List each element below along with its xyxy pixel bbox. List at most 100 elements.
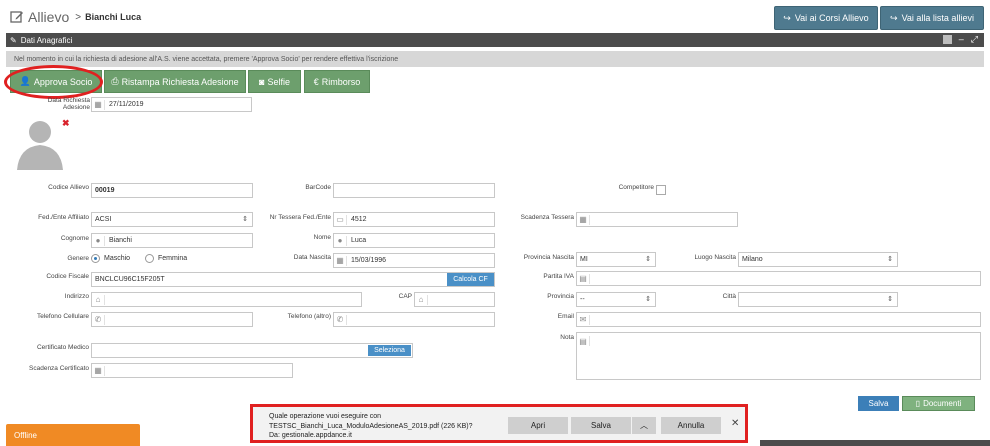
student-list-button[interactable]: ↪ Vai alla lista allievi (880, 6, 984, 30)
competitor-label: Competitore (618, 184, 654, 191)
male-radio[interactable] (91, 254, 100, 263)
euro-icon: € (313, 76, 319, 87)
mobile-field[interactable]: ✆ (91, 312, 253, 327)
go-icon: ↪ (890, 12, 898, 23)
top-bar: Allievo > Bianchi Luca ↪ Vai ai Corsi Al… (0, 0, 990, 33)
documents-button[interactable]: ▯ Documenti (902, 396, 975, 411)
courses-button-label: Vai ai Corsi Allievo (794, 13, 869, 23)
birth-place-value: Milano (742, 256, 763, 263)
phone-other-label: Telefono (altro) (287, 313, 331, 320)
go-icon: ↪ (783, 12, 791, 23)
phone-other-field[interactable]: ✆ (333, 312, 495, 327)
avatar[interactable] (13, 116, 67, 170)
card-number-field[interactable]: ▭ 4512 (333, 212, 495, 227)
address-field[interactable]: ⌂ (91, 292, 362, 307)
camera-icon: ◙ (259, 76, 265, 87)
remove-photo-icon[interactable]: ✖ (62, 118, 70, 129)
vat-icon: ▤ (579, 273, 590, 284)
selfie-button[interactable]: ◙ Selfie (248, 70, 301, 93)
birthdate-label: Data Nascita (293, 254, 331, 261)
user-icon: ● (95, 235, 105, 246)
medical-certificate-field[interactable] (91, 343, 413, 358)
calendar-icon: ▦ (336, 255, 347, 266)
courses-button[interactable]: ↪ Vai ai Corsi Allievo (774, 6, 878, 30)
select-arrow-icon: ⇕ (645, 256, 651, 263)
card-expiry-field[interactable]: ▦ (576, 212, 738, 227)
panel-header: ✎ Dati Anagrafici – ⤢ (6, 33, 984, 47)
offline-status-badge[interactable]: Offline (6, 424, 140, 446)
calendar-icon: ▦ (94, 99, 105, 110)
card-expiry-label: Scadenza Tessera (520, 214, 574, 221)
gender-female-option[interactable]: Femmina (145, 254, 187, 263)
note-icon: ▤ (579, 336, 590, 346)
city-label: Città (722, 293, 736, 300)
surname-field[interactable]: ● Bianchi (91, 233, 253, 248)
province-select[interactable]: -- ⇕ (576, 292, 656, 307)
federation-label: Fed./Ente Affiliato (38, 214, 89, 221)
user-silhouette-icon (17, 121, 63, 170)
competitor-checkbox[interactable] (656, 185, 666, 195)
home-icon: ⌂ (418, 294, 428, 305)
cap-field[interactable]: ⌂ (414, 292, 495, 307)
barcode-field[interactable] (333, 183, 495, 198)
breadcrumb-separator: > (75, 11, 82, 23)
select-arrow-icon: ⇕ (887, 296, 893, 303)
email-field[interactable]: ✉ (576, 312, 981, 327)
birth-place-select[interactable]: Milano ⇕ (738, 252, 898, 267)
female-radio[interactable] (145, 254, 154, 263)
expand-icon[interactable]: ⤢ (971, 35, 978, 44)
birth-place-label: Luogo Nascita (694, 254, 736, 261)
bottom-taskbar-strip (760, 440, 990, 446)
student-code-label: Codice Allievo (48, 184, 89, 191)
certificate-expiry-field[interactable]: ▦ (91, 363, 293, 378)
select-file-button[interactable]: Seleziona (368, 345, 411, 356)
calculate-cf-button[interactable]: Calcola CF (447, 273, 494, 286)
open-file-button[interactable]: Apri (508, 417, 568, 434)
federation-select[interactable]: ACSI ⇕ (91, 212, 253, 227)
firstname-label: Nome (313, 234, 331, 241)
select-arrow-icon: ⇕ (887, 256, 893, 263)
phone-icon: ✆ (337, 314, 347, 325)
birthdate-field[interactable]: ▦ 15/03/1996 (333, 253, 495, 268)
request-date-field[interactable]: ▦ 27/11/2019 (91, 97, 252, 112)
save-file-button[interactable]: Salva (571, 417, 631, 434)
page-title: Allievo > Bianchi Luca (10, 9, 141, 25)
email-label: Email (557, 313, 574, 320)
panel-tools: – ⤢ (942, 35, 978, 44)
female-label: Femmina (158, 255, 188, 262)
tax-code-field[interactable]: BNCLCU96C15F205T (91, 272, 495, 287)
medical-certificate-label: Certificato Medico (36, 344, 89, 351)
document-icon: ▯ (915, 399, 921, 408)
print-icon: ⎙ (111, 76, 119, 86)
reprint-request-button[interactable]: ⎙ Ristampa Richiesta Adesione (104, 70, 246, 93)
male-label: Maschio (104, 255, 131, 262)
save-button[interactable]: Salva (858, 396, 899, 411)
download-notification-bar: Quale operazione vuoi eseguire con TESTS… (250, 404, 748, 443)
surname-value: Bianchi (109, 237, 132, 244)
cap-label: CAP (398, 293, 412, 300)
calendar-icon: ▦ (579, 214, 590, 225)
notice-bar: Nel momento in cui la richiesta di adesi… (6, 51, 984, 67)
firstname-field[interactable]: ● Luca (333, 233, 495, 248)
birth-province-value: MI (580, 256, 588, 263)
home-icon: ⌂ (95, 294, 105, 305)
vat-field[interactable]: ▤ (576, 271, 981, 286)
birth-province-select[interactable]: MI ⇕ (576, 252, 656, 267)
student-name: Bianchi Luca (85, 12, 142, 22)
vat-label: Partita IVA (543, 273, 574, 280)
minimize-icon[interactable]: – (959, 35, 964, 44)
refund-button[interactable]: € Rimborso (304, 70, 370, 93)
province-value: -- (580, 296, 585, 303)
note-label: Nota (560, 334, 574, 341)
certificate-expiry-label: Scadenza Certificato (29, 365, 89, 372)
cancel-download-button[interactable]: Annulla (661, 417, 721, 434)
city-select[interactable]: ⇕ (738, 292, 898, 307)
edit-icon: ✎ (10, 35, 17, 45)
save-options-chevron-icon[interactable]: ︿ (632, 417, 656, 434)
close-icon[interactable]: ✕ (731, 418, 739, 429)
student-code-field[interactable]: 00019 (91, 183, 253, 198)
panel-square-icon[interactable] (942, 35, 952, 44)
breadcrumb-section[interactable]: Allievo (28, 9, 69, 25)
note-textarea[interactable]: ▤ (576, 332, 981, 380)
gender-male-option[interactable]: Maschio (91, 254, 130, 263)
